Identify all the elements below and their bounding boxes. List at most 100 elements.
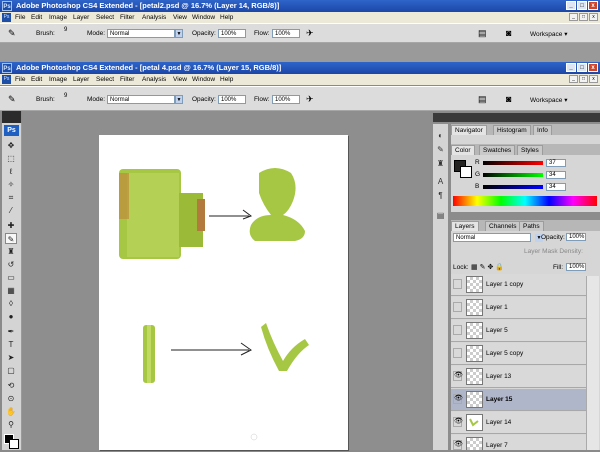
close-icon[interactable]: x [589, 75, 598, 83]
layer-row[interactable]: Layer 1 copy [451, 274, 587, 296]
menu-image[interactable]: Image [49, 74, 67, 85]
camera-icon[interactable]: ◙ [506, 28, 511, 38]
tab-navigator[interactable]: Navigator [451, 125, 487, 135]
path-select-tool-icon[interactable]: ➤ [5, 352, 17, 363]
eyedropper-tool-icon[interactable]: ⁄ [5, 205, 17, 216]
mode-select[interactable]: Normal [107, 29, 175, 38]
eraser-tool-icon[interactable]: ▭ [5, 272, 17, 283]
clone-stamp-tool-icon[interactable]: ♜ [5, 246, 17, 257]
eye-icon[interactable]: 👁 [453, 371, 463, 381]
ps-menu-icon[interactable]: Ps [2, 13, 11, 22]
menu-select[interactable]: Select [96, 74, 114, 85]
menu-view[interactable]: View [173, 12, 187, 23]
tab-histogram[interactable]: Histogram [493, 125, 531, 135]
airbrush-icon[interactable]: ✈ [306, 28, 314, 39]
tab-color[interactable]: Color [451, 145, 475, 155]
paragraph-icon[interactable]: ¶ [435, 190, 446, 201]
opacity-field[interactable]: 100% [218, 95, 246, 104]
dodge-tool-icon[interactable]: ● [5, 311, 17, 322]
brush-tool-icon[interactable]: ✎ [8, 94, 16, 105]
pen-tool-icon[interactable]: ✒ [5, 326, 17, 337]
layer-row-selected[interactable]: 👁 Layer 15 [451, 389, 587, 411]
maximize-button[interactable]: □ [577, 63, 587, 72]
toolbox-header[interactable] [2, 111, 21, 123]
tab-styles[interactable]: Styles [517, 145, 543, 155]
red-value[interactable]: 37 [546, 159, 566, 167]
visibility-toggle[interactable] [453, 348, 462, 358]
red-slider[interactable] [483, 161, 543, 165]
panel-dock-header[interactable] [433, 113, 600, 122]
brush-size[interactable]: 9 [64, 93, 67, 99]
fill-value[interactable]: 100% [566, 263, 586, 271]
green-slider[interactable] [483, 173, 543, 177]
camera-icon[interactable]: ◙ [506, 94, 511, 104]
layer-row[interactable]: Layer 1 [451, 297, 587, 319]
menu-view[interactable]: View [173, 74, 187, 85]
tab-info[interactable]: Info [533, 125, 552, 135]
airbrush-icon[interactable]: ✈ [306, 94, 314, 105]
restore-icon[interactable]: □ [579, 75, 588, 83]
menu-file[interactable]: File [15, 12, 25, 23]
menu-help[interactable]: Help [220, 74, 233, 85]
visibility-toggle[interactable] [453, 279, 462, 289]
toggle-panels-icon[interactable]: ▤ [478, 28, 487, 39]
3d-rotate-tool-icon[interactable]: ⟲ [5, 380, 17, 391]
tab-paths[interactable]: Paths [519, 221, 544, 231]
front-window-titlebar[interactable]: Ps Adobe Photoshop CS4 Extended - [petal… [0, 62, 600, 74]
menu-window[interactable]: Window [192, 74, 215, 85]
document-canvas[interactable] [99, 135, 348, 450]
layer-row[interactable]: 👁 Layer 7 [451, 435, 587, 450]
quick-select-tool-icon[interactable]: ✧ [5, 179, 17, 190]
brush-tool-icon[interactable]: ✎ [5, 233, 17, 244]
ps-menu-icon[interactable]: Ps [2, 75, 11, 84]
maximize-button[interactable]: □ [577, 1, 587, 10]
workspace-button[interactable]: Workspace ▾ [530, 96, 567, 104]
gradient-tool-icon[interactable]: ▦ [5, 285, 17, 296]
type-tool-icon[interactable]: T [5, 339, 17, 350]
layer-row[interactable]: Layer 5 copy [451, 343, 587, 365]
visibility-toggle[interactable] [453, 302, 462, 312]
green-value[interactable]: 34 [546, 171, 566, 179]
zoom-tool-icon[interactable]: ⚲ [5, 419, 17, 430]
3d-orbit-tool-icon[interactable]: ⊙ [5, 393, 17, 404]
menu-window[interactable]: Window [192, 12, 215, 23]
lock-icons[interactable]: ▦✎✥🔒 [471, 263, 506, 271]
clone-source-icon[interactable]: ♜ [435, 158, 446, 169]
shape-tool-icon[interactable]: ▢ [5, 365, 17, 376]
brushes-icon[interactable]: ✎ [435, 144, 446, 155]
eye-icon[interactable]: 👁 [453, 394, 463, 404]
character-icon[interactable]: A [435, 176, 446, 187]
workspace-button[interactable]: Workspace ▾ [530, 30, 567, 38]
tab-layers[interactable]: Layers [451, 221, 479, 231]
layer-row[interactable]: 👁 Layer 13 [451, 366, 587, 388]
menu-analysis[interactable]: Analysis [142, 12, 166, 23]
lasso-tool-icon[interactable]: ℓ [5, 166, 17, 177]
background-color-swatch[interactable] [9, 439, 19, 449]
layer-row[interactable]: Layer 5 [451, 320, 587, 342]
crop-tool-icon[interactable]: ⌗ [5, 192, 17, 203]
healing-brush-tool-icon[interactable]: ✚ [5, 220, 17, 231]
back-window-titlebar[interactable]: Ps Adobe Photoshop CS4 Extended - [petal… [0, 0, 600, 12]
eye-icon[interactable]: 👁 [453, 440, 463, 450]
layer-row[interactable]: 👁 Layer 14 [451, 412, 587, 434]
layer-opacity-value[interactable]: 100% [566, 233, 586, 241]
chevron-down-icon[interactable]: ▼ [175, 29, 183, 38]
blue-slider[interactable] [483, 185, 543, 189]
flow-field[interactable]: 100% [272, 95, 300, 104]
menu-filter[interactable]: Filter [120, 12, 134, 23]
history-brush-tool-icon[interactable]: ↺ [5, 259, 17, 270]
menu-analysis[interactable]: Analysis [142, 74, 166, 85]
eye-icon[interactable]: 👁 [453, 417, 463, 427]
close-icon[interactable]: x [589, 13, 598, 21]
marquee-tool-icon[interactable]: ⬚ [5, 153, 17, 164]
tab-swatches[interactable]: Swatches [479, 145, 516, 155]
brush-size[interactable]: 9 [64, 27, 67, 33]
background-color-swatch[interactable] [460, 166, 472, 178]
move-tool-icon[interactable]: ✥ [5, 140, 17, 151]
menu-layer[interactable]: Layer [73, 12, 89, 23]
layer-comps-icon[interactable]: ▤ [435, 210, 446, 221]
menu-filter[interactable]: Filter [120, 74, 134, 85]
menu-layer[interactable]: Layer [73, 74, 89, 85]
opacity-field[interactable]: 100% [218, 29, 246, 38]
tool-presets-icon[interactable]: ◐ [435, 130, 446, 141]
